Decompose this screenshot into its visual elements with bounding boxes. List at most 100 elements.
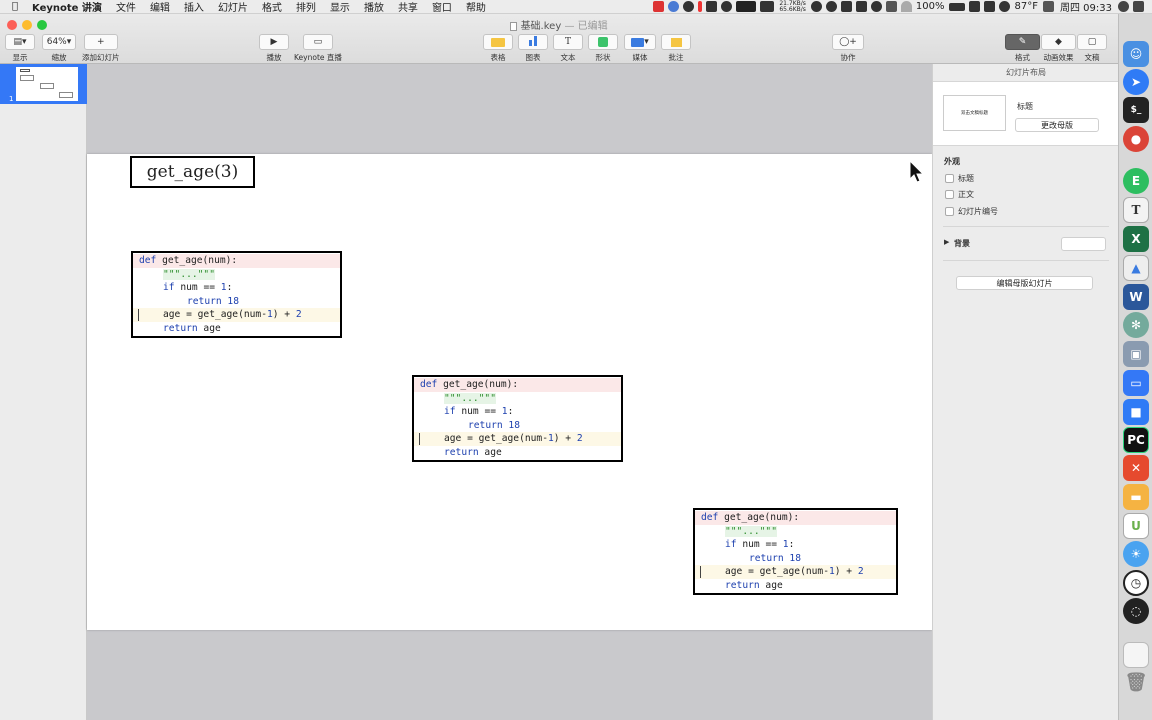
screensharing-icon[interactable]: ▭ (1123, 370, 1149, 396)
keynote-blue-icon[interactable]: ■ (1123, 399, 1149, 425)
code-block-1[interactable]: def get_age(num): """...""" if num == 1:… (131, 251, 342, 338)
slide-canvas[interactable]: get_age(3) def get_age(num): """...""" i… (87, 64, 932, 720)
status-tool-icon[interactable] (706, 1, 718, 12)
spotlight-icon[interactable] (1118, 1, 1129, 12)
folder-icon[interactable]: ▬ (1123, 484, 1149, 510)
menu-edit[interactable]: 编辑 (150, 0, 170, 13)
menu-play[interactable]: 播放 (364, 0, 384, 13)
status-sync-icon[interactable] (668, 1, 680, 12)
view-button[interactable]: ▤▾ 显示 (5, 34, 35, 63)
collaborate-label: 协作 (840, 53, 856, 62)
play-button[interactable]: ▶ 播放 (259, 34, 289, 63)
pycharm-icon[interactable]: PC (1123, 427, 1149, 453)
media-icon: ▾ (624, 34, 656, 50)
preview-icon[interactable]: ▣ (1123, 341, 1149, 367)
layout-thumbnail[interactable]: 双击文稿标题 (943, 95, 1006, 131)
title-checkbox[interactable] (945, 174, 954, 183)
apple-icon[interactable]:  (12, 1, 18, 12)
safari-icon[interactable]: ➤ (1123, 69, 1149, 95)
sidebar-view-icon: ▤▾ (5, 34, 35, 50)
clock-icon[interactable]: ◷ (1123, 570, 1149, 596)
chart-label: 图表 (525, 53, 541, 62)
menu-arrange[interactable]: 排列 (296, 0, 316, 13)
chatgpt-icon[interactable]: ✻ (1123, 312, 1149, 338)
code-condition: num == (174, 282, 221, 294)
menu-slide[interactable]: 幻灯片 (218, 0, 248, 13)
menu-help[interactable]: 帮助 (466, 0, 486, 13)
menu-app[interactable]: Keynote 讲演 (32, 0, 102, 13)
status-monitor-icon[interactable] (736, 1, 757, 12)
obs-icon[interactable]: ◌ (1123, 598, 1149, 624)
chrome-icon[interactable]: ● (1123, 126, 1149, 152)
xmind-icon[interactable]: ✕ (1123, 455, 1149, 481)
menu-window[interactable]: 窗口 (432, 0, 452, 13)
excel-icon[interactable]: X (1123, 226, 1149, 252)
notes-icon[interactable] (1123, 642, 1149, 668)
finder-icon[interactable]: ☺ (1123, 41, 1149, 67)
code-block-2[interactable]: def get_age(num): """...""" if num == 1:… (412, 375, 623, 462)
terminal-icon[interactable]: $_ (1123, 97, 1149, 123)
slide-thumbnail[interactable] (16, 67, 78, 101)
table-button[interactable]: 表格 (483, 34, 513, 63)
code-docstring: """...""" (444, 392, 496, 404)
keynote-icon[interactable]: ▲ (1123, 255, 1149, 281)
word-icon[interactable]: W (1123, 284, 1149, 310)
code-block-3[interactable]: def get_age(num): """...""" if num == 1:… (693, 508, 898, 595)
utorrent-icon[interactable]: U (1123, 513, 1149, 539)
slide[interactable]: get_age(3) def get_age(num): """...""" i… (87, 154, 932, 630)
status-chat-icon[interactable] (840, 1, 852, 12)
status-bars-icon[interactable] (760, 1, 775, 12)
slide-title[interactable]: get_age(3) (130, 156, 255, 188)
layout-name: 标题 (1017, 102, 1033, 111)
zoom-value: 64% (46, 37, 67, 47)
background-heading[interactable]: 背景 (954, 238, 970, 249)
status-list-icon[interactable] (1043, 1, 1054, 12)
typora-icon[interactable]: T (1123, 197, 1149, 223)
edit-master-button[interactable]: 编辑母版幻灯片 (956, 276, 1093, 290)
zoom-button[interactable]: 64% ▾ 缩放 (42, 34, 76, 63)
disclosure-triangle-icon[interactable]: ▶ (944, 238, 949, 246)
status-lang-icon[interactable] (983, 1, 995, 12)
keynote-live-button[interactable]: ▭ Keynote 直播 (294, 34, 342, 63)
document-tab[interactable]: ▢ 文稿 (1077, 34, 1107, 63)
add-slide-button[interactable]: + 添加幻灯片 (82, 34, 120, 63)
weather-icon[interactable]: ☀ (1123, 541, 1149, 567)
status-m-icon[interactable] (825, 1, 837, 12)
media-button[interactable]: ▾ 媒体 (624, 34, 656, 63)
status-grid-icon[interactable] (885, 1, 897, 12)
change-master-button[interactable]: 更改母版 (1015, 118, 1099, 132)
code-def-keyword: def (701, 512, 719, 523)
battery-icon[interactable] (948, 2, 965, 11)
shape-button[interactable]: 形状 (588, 34, 618, 63)
status-app-icon[interactable] (653, 1, 665, 12)
status-pause-icon[interactable] (698, 1, 703, 12)
body-checkbox[interactable] (945, 190, 954, 199)
clock[interactable]: 周四 09:33 (1060, 0, 1112, 13)
menu-format[interactable]: 格式 (262, 0, 282, 13)
background-fill-well[interactable] (1061, 237, 1106, 251)
status-weather-icon[interactable] (998, 1, 1010, 12)
status-x-icon[interactable] (721, 1, 733, 12)
menu-view[interactable]: 显示 (330, 0, 350, 13)
evernote-icon[interactable]: E (1123, 168, 1149, 194)
menu-insert[interactable]: 插入 (184, 0, 204, 13)
format-tab[interactable]: ✎ 格式 (1005, 34, 1040, 63)
status-drop-icon[interactable] (870, 1, 882, 12)
text-button[interactable]: T 文本 (553, 34, 583, 63)
status-screen-icon[interactable] (855, 1, 867, 12)
status-s-icon[interactable] (968, 1, 980, 12)
animate-tab[interactable]: ◆ 动画效果 (1041, 34, 1076, 63)
wifi-icon[interactable] (900, 1, 912, 12)
chart-button[interactable]: 图表 (518, 34, 548, 63)
trash-icon[interactable]: 🗑 (1123, 669, 1149, 695)
status-c-icon[interactable] (683, 1, 695, 12)
collaborate-button[interactable]: ◯+ 协作 (832, 34, 864, 63)
comment-button[interactable]: 批注 (661, 34, 691, 63)
slide-number-checkbox[interactable] (945, 207, 954, 216)
zoom-select[interactable]: 64% ▾ (42, 34, 76, 50)
menu-share[interactable]: 共享 (398, 0, 418, 13)
status-cloud-icon[interactable] (810, 1, 822, 12)
control-center-icon[interactable] (1133, 1, 1144, 12)
code-recursive-call: age = get_age(num- (444, 433, 548, 445)
menu-file[interactable]: 文件 (116, 0, 136, 13)
